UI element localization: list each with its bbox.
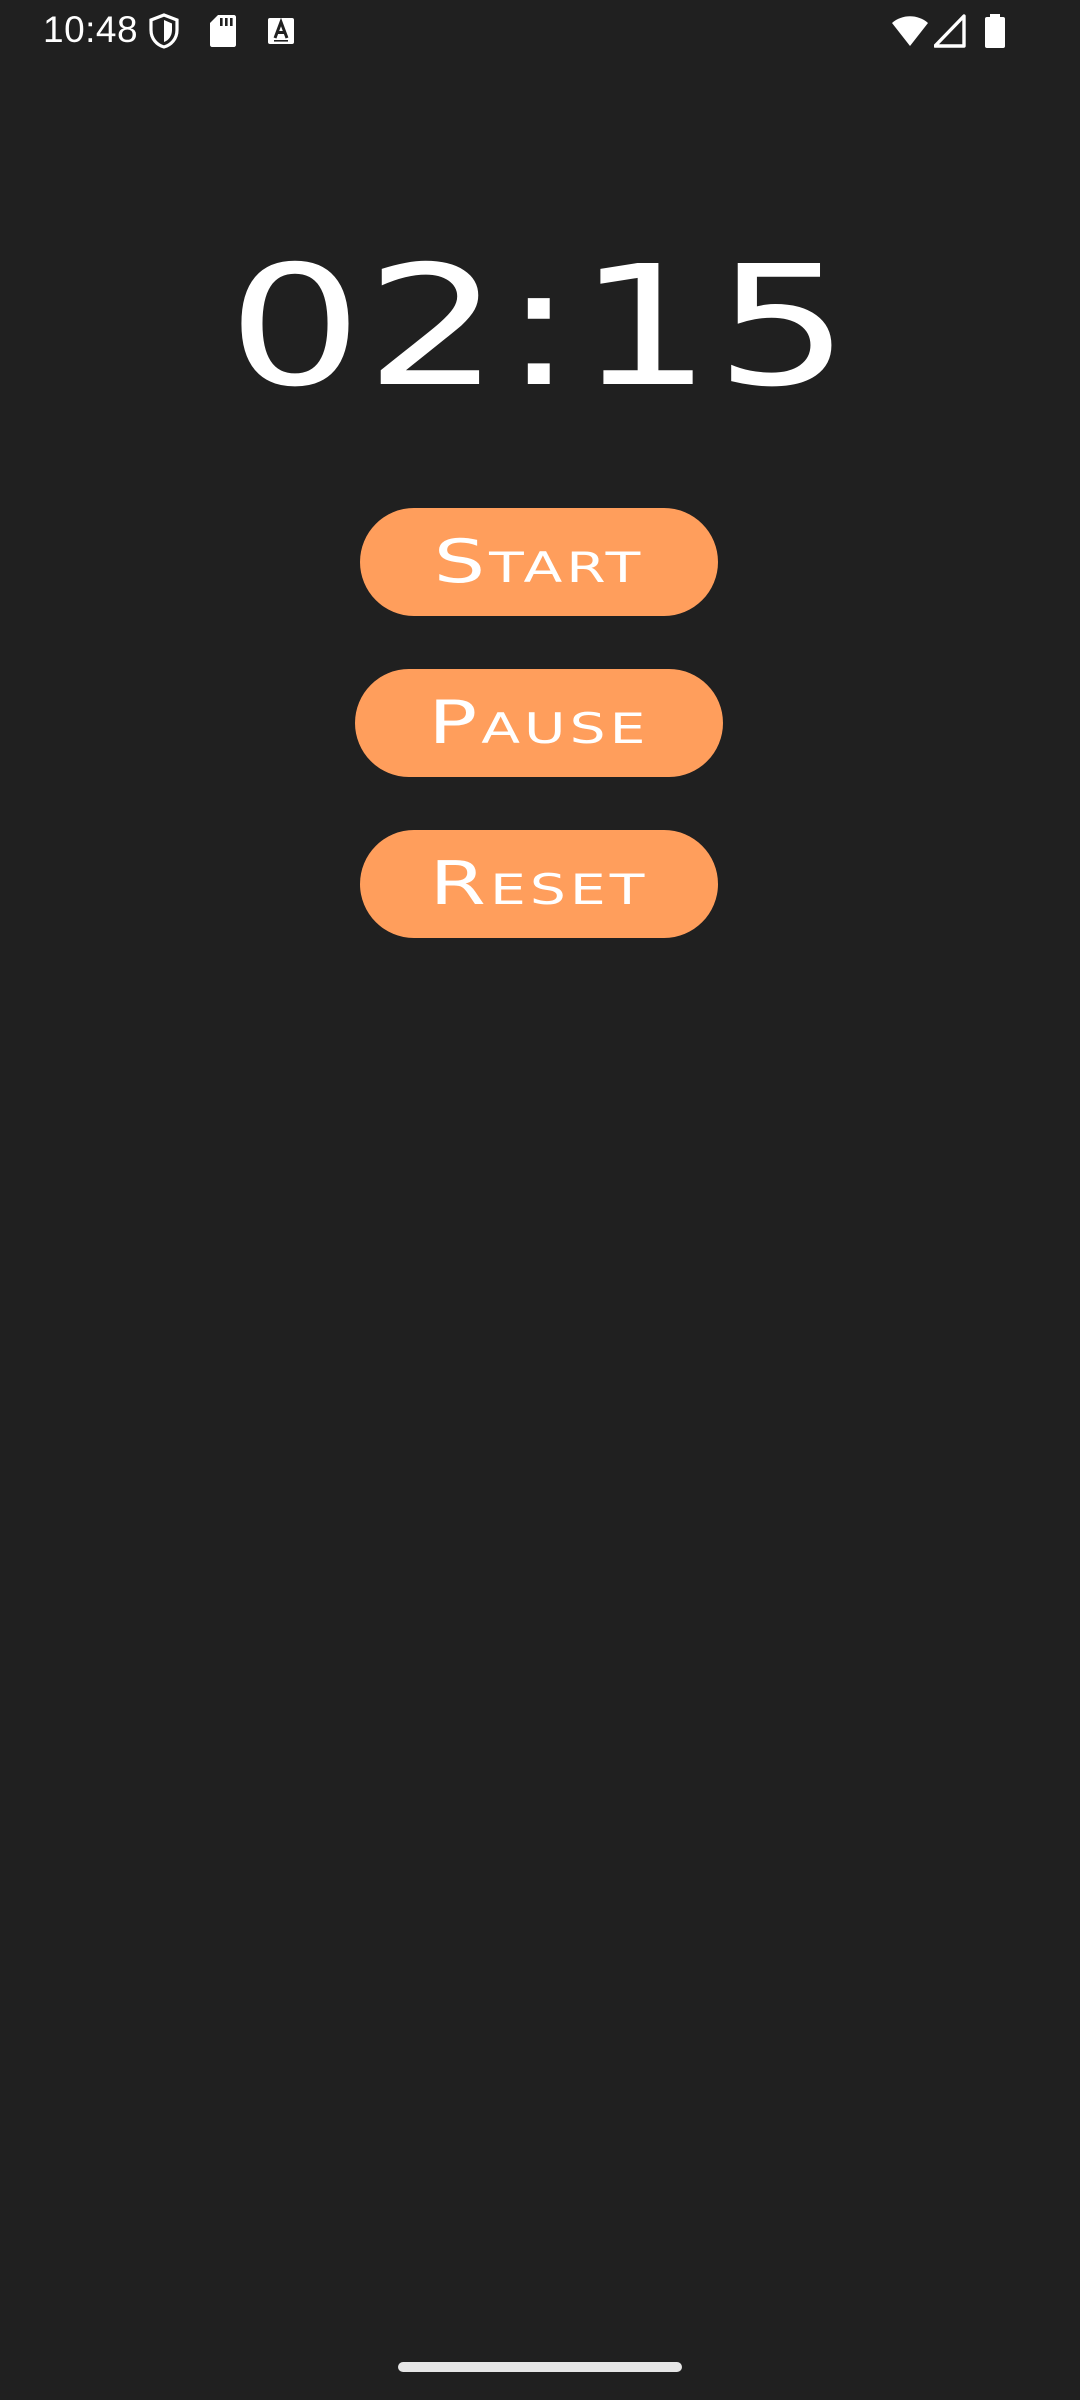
start-button[interactable]: Start	[360, 508, 718, 616]
reset-button-label: Reset	[429, 849, 649, 919]
start-button-label: Start	[433, 527, 645, 597]
text-a-icon	[266, 13, 296, 49]
cellular-signal-icon	[934, 13, 966, 49]
shield-icon	[148, 13, 180, 49]
pause-button[interactable]: Pause	[355, 669, 723, 777]
sd-card-icon	[209, 13, 237, 49]
home-indicator[interactable]	[398, 2362, 682, 2372]
battery-icon	[984, 13, 1006, 49]
wifi-icon	[890, 13, 930, 49]
status-time: 10:48	[43, 9, 139, 50]
timer-display: 02:15	[227, 231, 853, 424]
pause-button-label: Pause	[428, 688, 650, 758]
status-bar: 10:48	[0, 0, 1080, 60]
reset-button[interactable]: Reset	[360, 830, 718, 938]
